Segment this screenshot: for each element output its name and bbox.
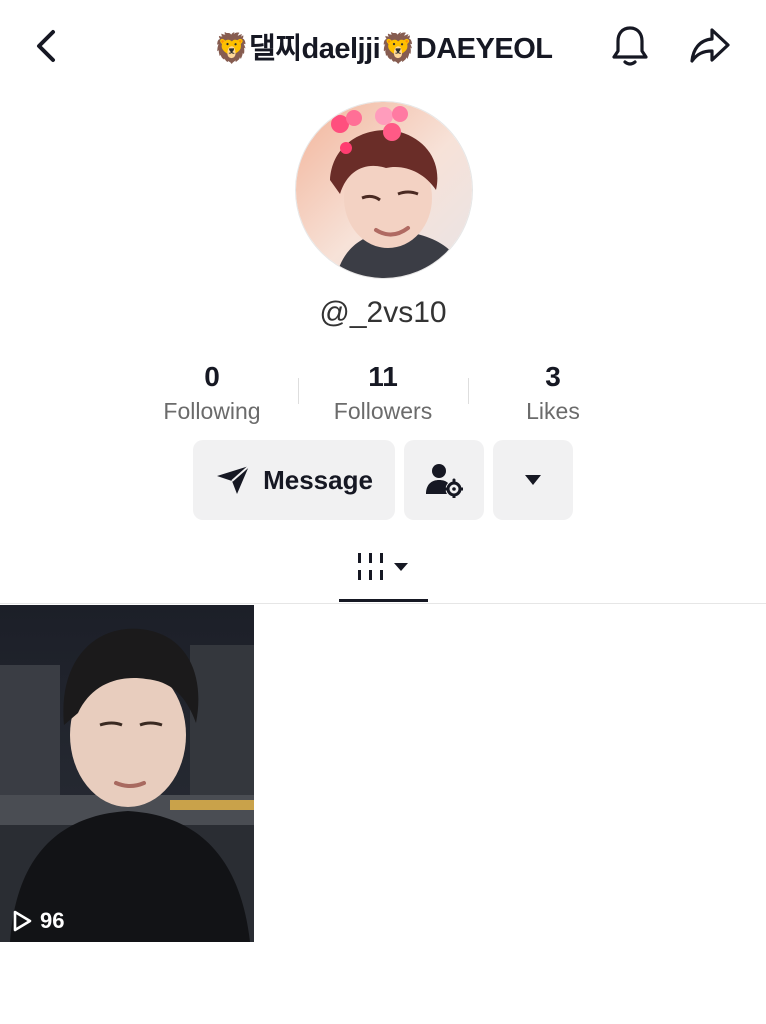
top-bar: 🦁댈찌daeljji🦁DAEYEOL [0,0,766,92]
stat-followers[interactable]: 11 Followers [298,360,468,425]
followers-label: Followers [333,398,433,424]
user-gear-icon [426,464,463,498]
avatar[interactable] [295,101,473,279]
likes-count: 3 [545,361,561,392]
following-label: Following [163,398,261,424]
stat-following[interactable]: 0 Following [127,360,297,425]
share-button[interactable] [684,22,736,70]
profile-tabs [0,535,766,604]
more-options-button[interactable] [493,440,573,520]
follow-settings-button[interactable] [404,440,484,520]
followers-count: 11 [368,361,398,392]
tab-videos[interactable] [339,535,428,601]
send-icon [217,465,250,494]
following-count: 0 [204,361,220,392]
notification-button[interactable] [604,22,656,70]
tab-active-indicator [339,599,428,602]
bell-icon [612,26,648,66]
view-count: 96 [12,908,64,934]
share-arrow-icon [690,28,730,63]
view-count-value: 96 [40,908,65,933]
back-button[interactable] [26,24,66,68]
play-outline-icon [13,910,32,932]
video-thumbnail-image [0,605,254,942]
avatar-photo [296,102,472,278]
likes-label: Likes [526,398,580,424]
caret-down-icon [525,475,541,485]
profile-title: 🦁댈찌daeljji🦁DAEYEOL [213,33,553,65]
chevron-left-icon [37,30,55,62]
message-button[interactable]: Message [193,440,395,520]
grid-lines-icon [357,553,408,580]
stat-likes: 3 Likes [468,360,638,425]
username: @_2vs10 [319,296,447,329]
video-thumbnail[interactable]: 96 [0,605,254,942]
message-label: Message [263,464,373,495]
